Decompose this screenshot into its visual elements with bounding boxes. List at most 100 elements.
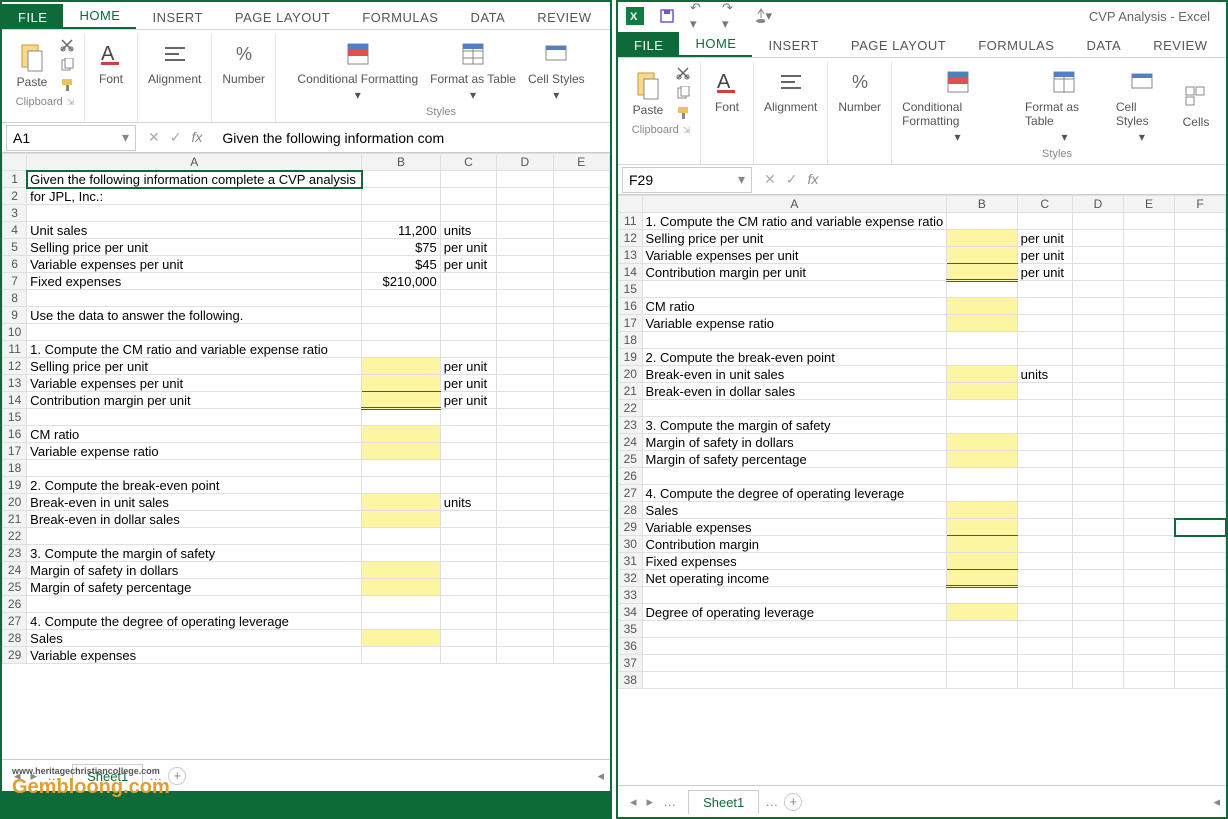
dialog-launcher-icon[interactable]: ⇲ [683,125,691,135]
cell-C12[interactable]: per unit [440,358,496,375]
cell-D14[interactable] [1072,264,1123,281]
cell-E26[interactable] [1124,468,1175,485]
font-button[interactable]: AFont [707,64,747,116]
cell-A19[interactable]: 2. Compute the break-even point [642,349,947,366]
row-header-33[interactable]: 33 [619,587,643,604]
format-as-table-button[interactable]: Format as Table ▾ [1021,64,1108,146]
cell-F24[interactable] [1175,434,1226,451]
scroll-left-icon[interactable]: ◂ [597,768,604,784]
cell-C16[interactable] [440,426,496,443]
cell-E11[interactable] [1124,213,1175,230]
row-header-24[interactable]: 24 [3,562,27,579]
cell-F22[interactable] [1175,400,1226,417]
cell-B29[interactable] [362,647,441,664]
dialog-launcher-icon[interactable]: ⇲ [67,97,75,107]
cell-A14[interactable]: Contribution margin per unit [642,264,947,281]
cell-B15[interactable] [362,409,441,426]
cell-D24[interactable] [1072,434,1123,451]
col-header-C[interactable]: C [1017,196,1072,213]
new-sheet-button[interactable]: + [168,767,186,785]
tab-review[interactable]: REVIEW [1137,32,1223,57]
cell-D36[interactable] [1072,638,1123,655]
cell-B11[interactable] [947,213,1017,230]
cell-C26[interactable] [1017,468,1072,485]
cell-D9[interactable] [497,307,553,324]
cell-D12[interactable] [497,358,553,375]
formula-input[interactable] [218,128,610,148]
cell-E29[interactable] [553,647,609,664]
cell-A14[interactable]: Contribution margin per unit [27,392,362,409]
cell-C20[interactable]: units [1017,366,1072,383]
cell-C35[interactable] [1017,621,1072,638]
cell-B12[interactable] [947,230,1017,247]
scroll-left-icon[interactable]: ◂ [1213,794,1220,810]
cell-C16[interactable] [1017,298,1072,315]
cell-B37[interactable] [947,655,1017,672]
cell-E13[interactable] [1124,247,1175,264]
cell-D30[interactable] [1072,536,1123,553]
row-header-15[interactable]: 15 [619,281,643,298]
cell-D20[interactable] [497,494,553,511]
cell-B18[interactable] [947,332,1017,349]
cell-D18[interactable] [497,460,553,477]
row-header-26[interactable]: 26 [3,596,27,613]
cell-C2[interactable] [440,188,496,205]
cell-B6[interactable]: $45 [362,256,441,273]
cell-B25[interactable] [947,451,1017,468]
cell-B38[interactable] [947,672,1017,689]
cell-C27[interactable] [440,613,496,630]
cell-F20[interactable] [1175,366,1226,383]
cell-D28[interactable] [1072,502,1123,519]
cell-C19[interactable] [1017,349,1072,366]
tab-review[interactable]: REVIEW [521,4,607,29]
cell-B7[interactable]: $210,000 [362,273,441,290]
cell-E24[interactable] [553,562,609,579]
row-header-22[interactable]: 22 [3,528,27,545]
cell-C23[interactable] [440,545,496,562]
cell-E31[interactable] [1124,553,1175,570]
cell-D13[interactable] [1072,247,1123,264]
cell-F34[interactable] [1175,604,1226,621]
cell-E19[interactable] [553,477,609,494]
cell-B30[interactable] [947,536,1017,553]
cell-D35[interactable] [1072,621,1123,638]
tab-data[interactable]: DATA [454,4,521,29]
cell-B27[interactable] [947,485,1017,502]
cell-D17[interactable] [1072,315,1123,332]
cell-E26[interactable] [553,596,609,613]
cell-B9[interactable] [362,307,441,324]
cell-E14[interactable] [553,392,609,409]
cell-A22[interactable] [27,528,362,545]
cell-B22[interactable] [947,400,1017,417]
cell-E4[interactable] [553,222,609,239]
tab-home[interactable]: HOME [679,30,752,57]
name-box[interactable]: A1▾ [6,125,136,151]
row-header-24[interactable]: 24 [619,434,643,451]
row-header-27[interactable]: 27 [619,485,643,502]
cell-D14[interactable] [497,392,553,409]
row-header-32[interactable]: 32 [619,570,643,587]
cell-A25[interactable]: Margin of safety percentage [642,451,947,468]
cell-C28[interactable] [440,630,496,647]
cell-A18[interactable] [27,460,362,477]
row-header-12[interactable]: 12 [619,230,643,247]
cell-B18[interactable] [362,460,441,477]
tab-formulas[interactable]: FORMULAS [962,32,1070,57]
cell-A37[interactable] [642,655,947,672]
cell-E9[interactable] [553,307,609,324]
cell-F11[interactable] [1175,213,1226,230]
row-header-27[interactable]: 27 [3,613,27,630]
row-header-21[interactable]: 21 [619,383,643,400]
cell-C13[interactable]: per unit [1017,247,1072,264]
cell-C22[interactable] [440,528,496,545]
cell-C30[interactable] [1017,536,1072,553]
cell-C11[interactable] [440,341,496,358]
cell-styles-button[interactable]: Cell Styles ▾ [524,36,589,104]
cell-D27[interactable] [1072,485,1123,502]
cell-F27[interactable] [1175,485,1226,502]
cell-D34[interactable] [1072,604,1123,621]
cell-E24[interactable] [1124,434,1175,451]
cell-D19[interactable] [1072,349,1123,366]
cell-D29[interactable] [1072,519,1123,536]
cell-E5[interactable] [553,239,609,256]
